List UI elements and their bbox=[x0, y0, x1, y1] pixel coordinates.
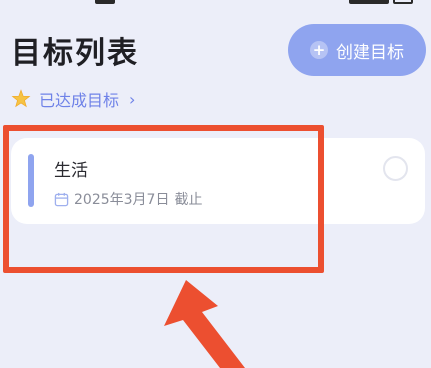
goal-color-bar bbox=[28, 154, 34, 207]
create-goal-label: 创建目标 bbox=[336, 42, 404, 63]
status-bar bbox=[0, 0, 431, 8]
annotation-arrow bbox=[164, 280, 245, 368]
calendar-icon bbox=[54, 192, 69, 206]
signal-icon bbox=[349, 0, 389, 4]
plus-icon: + bbox=[310, 41, 328, 59]
goal-complete-checkbox[interactable] bbox=[383, 156, 408, 181]
achieved-goals-label: 已达成目标 bbox=[39, 91, 120, 110]
goal-deadline-label: 截止 bbox=[174, 192, 203, 208]
goal-deadline: 2025年3月7日 截止 bbox=[54, 189, 202, 209]
goal-date: 2025年3月7日 bbox=[74, 192, 170, 208]
page-title: 目标列表 bbox=[11, 36, 139, 71]
achieved-goals-link[interactable]: 已达成目标 › bbox=[11, 87, 135, 111]
star-icon bbox=[11, 89, 31, 108]
battery-icon bbox=[393, 0, 413, 4]
create-goal-button[interactable]: + 创建目标 bbox=[288, 24, 426, 76]
goal-card[interactable]: 生活 2025年3月7日 截止 bbox=[11, 138, 425, 224]
status-time bbox=[95, 0, 115, 4]
goal-title: 生活 bbox=[54, 161, 88, 181]
chevron-right-icon: › bbox=[129, 89, 136, 109]
